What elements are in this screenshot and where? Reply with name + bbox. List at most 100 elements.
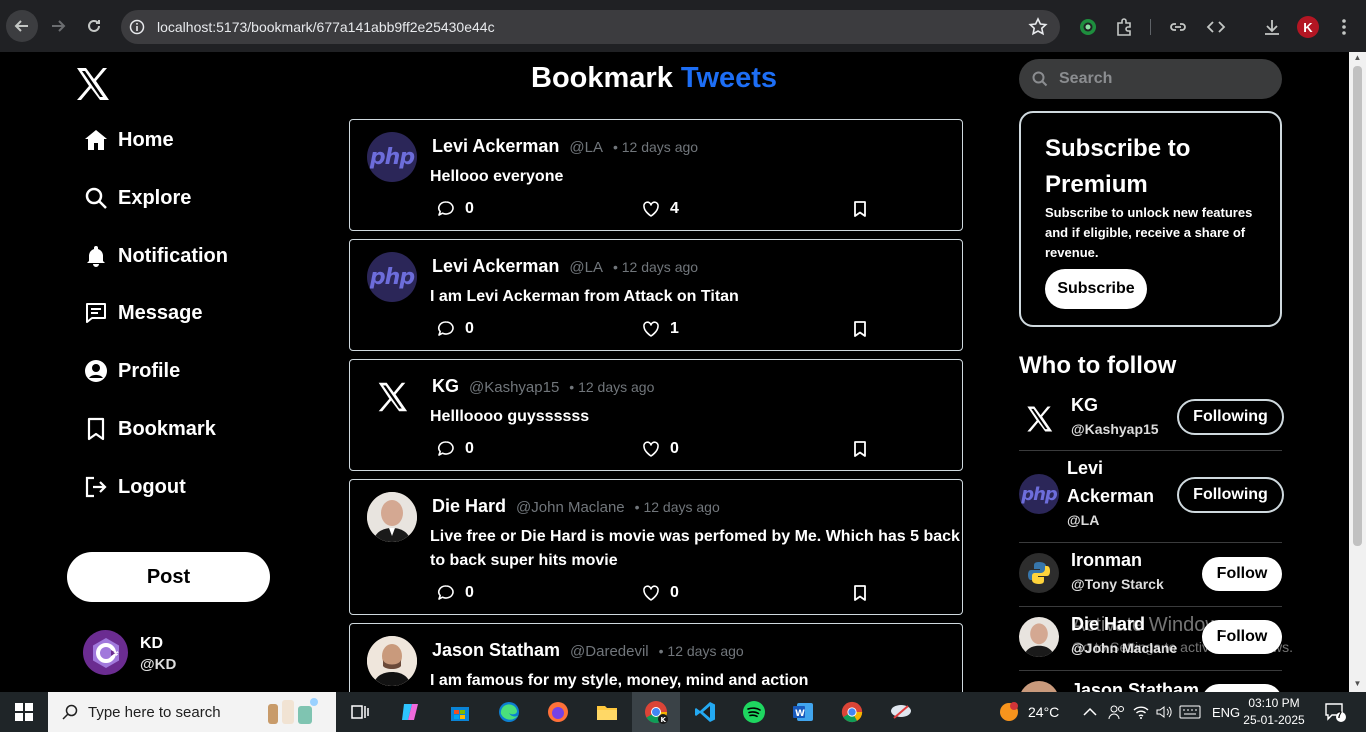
tweet-author-name[interactable]: Jason Statham [432, 640, 560, 661]
copilot-icon[interactable] [396, 698, 424, 726]
follow-name[interactable]: Levi Ackerman [1067, 454, 1167, 510]
scroll-thumb[interactable] [1353, 66, 1362, 546]
following-button[interactable]: Following [1177, 399, 1284, 435]
bookmark-button[interactable] [851, 440, 869, 458]
tweet-card[interactable]: php Levi Ackerman @LA • 12 days ago Hell… [349, 119, 963, 231]
home-icon [85, 130, 107, 150]
scroll-up-icon[interactable]: ▲ [1353, 54, 1362, 62]
back-button[interactable] [6, 10, 38, 42]
post-button[interactable]: Post [67, 552, 270, 602]
avatar[interactable] [1019, 617, 1059, 657]
people-icon[interactable] [1108, 692, 1126, 732]
like-button[interactable]: 1 [642, 320, 679, 338]
like-button[interactable]: 0 [642, 440, 679, 458]
download-icon[interactable] [1261, 16, 1283, 38]
edge-icon[interactable] [495, 698, 523, 726]
sidebar-item-bookmark[interactable]: Bookmark [84, 417, 216, 441]
tweet-card[interactable]: Jason Statham @Daredevil • 12 days ago I… [349, 623, 963, 692]
avatar[interactable] [367, 636, 417, 686]
avatar[interactable] [367, 372, 417, 422]
taskbar-search-placeholder[interactable]: Type here to search [88, 704, 221, 721]
volume-icon[interactable] [1155, 692, 1173, 732]
chevron-up-icon[interactable] [1083, 692, 1097, 732]
avatar[interactable] [1019, 553, 1059, 593]
sidebar-item-notification[interactable]: Notification [84, 244, 228, 268]
sidebar-item-label: Message [118, 301, 203, 324]
store-icon[interactable] [446, 698, 474, 726]
sidebar-item-explore[interactable]: Explore [84, 186, 191, 210]
tweet-card[interactable]: Die Hard @John Maclane • 12 days ago Liv… [349, 479, 963, 615]
subscribe-button[interactable]: Subscribe [1045, 269, 1147, 309]
tweet-author-name[interactable]: KG [432, 376, 459, 397]
file-explorer-icon[interactable] [593, 698, 621, 726]
follow-name[interactable]: KG [1071, 391, 1098, 419]
clock[interactable]: 03:10 PM 25-01-2025 [1236, 695, 1312, 729]
url-text[interactable]: localhost:5173/bookmark/677a141abb9ff2e2… [157, 19, 495, 35]
search-bar[interactable] [1019, 59, 1282, 99]
comment-button[interactable]: 0 [437, 200, 474, 218]
site-info-icon[interactable] [129, 19, 145, 35]
like-button[interactable]: 0 [642, 584, 679, 602]
sidebar-item-home[interactable]: Home [84, 128, 174, 152]
browser-profile-avatar[interactable]: K [1297, 16, 1319, 38]
forward-button[interactable] [42, 10, 74, 42]
task-view-icon[interactable] [346, 698, 374, 726]
sidebar-item-logout[interactable]: Logout [84, 475, 186, 499]
start-button[interactable] [0, 692, 48, 732]
code-icon[interactable] [1205, 16, 1227, 38]
avatar[interactable]: php [1019, 474, 1059, 514]
extension-green-icon[interactable] [1077, 16, 1099, 38]
bookmark-button[interactable] [851, 584, 869, 602]
word-icon[interactable]: W [789, 698, 817, 726]
avatar[interactable]: # [83, 630, 128, 675]
page-scrollbar[interactable]: ▲ ▼ [1349, 52, 1366, 692]
tweet-author-name[interactable]: Die Hard [432, 496, 506, 517]
avatar[interactable] [367, 492, 417, 542]
chrome-icon-2[interactable] [838, 698, 866, 726]
reload-button[interactable] [78, 10, 110, 42]
avatar[interactable] [1019, 681, 1059, 692]
comment-button[interactable]: 0 [437, 584, 474, 602]
tweet-author-name[interactable]: Levi Ackerman [432, 256, 559, 277]
keyboard-icon[interactable] [1179, 692, 1201, 732]
scroll-down-icon[interactable]: ▼ [1353, 680, 1362, 688]
spotify-icon[interactable] [740, 698, 768, 726]
weather-widget[interactable]: 24°C [998, 692, 1059, 732]
wifi-icon[interactable] [1132, 692, 1150, 732]
windows-taskbar: Type here to search K W 24°C ENG 03:10 P… [0, 692, 1366, 732]
bookmark-button[interactable] [851, 200, 869, 218]
more-menu-icon[interactable] [1333, 16, 1355, 38]
avatar[interactable]: php [367, 252, 417, 302]
avatar[interactable]: php [367, 132, 417, 182]
tweet-author-name[interactable]: Levi Ackerman [432, 136, 559, 157]
sidebar-item-message[interactable]: Message [84, 301, 203, 325]
notification-center[interactable]: 7 [1324, 692, 1346, 732]
vscode-icon[interactable] [691, 698, 719, 726]
following-button[interactable]: Following [1177, 477, 1284, 513]
follow-name[interactable]: Ironman [1071, 546, 1142, 574]
app-tool-icon[interactable] [887, 698, 915, 726]
x-logo-icon[interactable] [74, 66, 110, 102]
follow-button[interactable] [1202, 684, 1282, 692]
taskbar-search[interactable]: Type here to search [48, 692, 336, 732]
sidebar-item-profile[interactable]: Profile [84, 359, 180, 383]
firefox-icon[interactable] [544, 698, 572, 726]
comment-button[interactable]: 0 [437, 440, 474, 458]
address-bar[interactable]: localhost:5173/bookmark/677a141abb9ff2e2… [121, 10, 1060, 44]
follow-button[interactable]: Follow [1202, 557, 1282, 591]
tweet-author-handle: @Kashyap15 [469, 379, 560, 396]
tweet-card[interactable]: php Levi Ackerman @LA • 12 days ago I am… [349, 239, 963, 351]
avatar[interactable] [1019, 399, 1059, 439]
bookmark-star-icon[interactable] [1028, 17, 1048, 37]
like-button[interactable]: 4 [642, 200, 679, 218]
link-icon[interactable] [1167, 16, 1189, 38]
bookmark-button[interactable] [851, 320, 869, 338]
extensions-puzzle-icon[interactable] [1113, 16, 1135, 38]
comment-button[interactable]: 0 [437, 320, 474, 338]
notification-icon [1325, 703, 1346, 722]
follow-name[interactable]: Jason Statham [1071, 676, 1199, 692]
search-input[interactable] [1059, 69, 1269, 89]
tweet-card[interactable]: KG @Kashyap15 • 12 days ago Hellloooo gu… [349, 359, 963, 471]
message-icon [86, 303, 106, 323]
chrome-icon[interactable]: K [642, 698, 670, 726]
